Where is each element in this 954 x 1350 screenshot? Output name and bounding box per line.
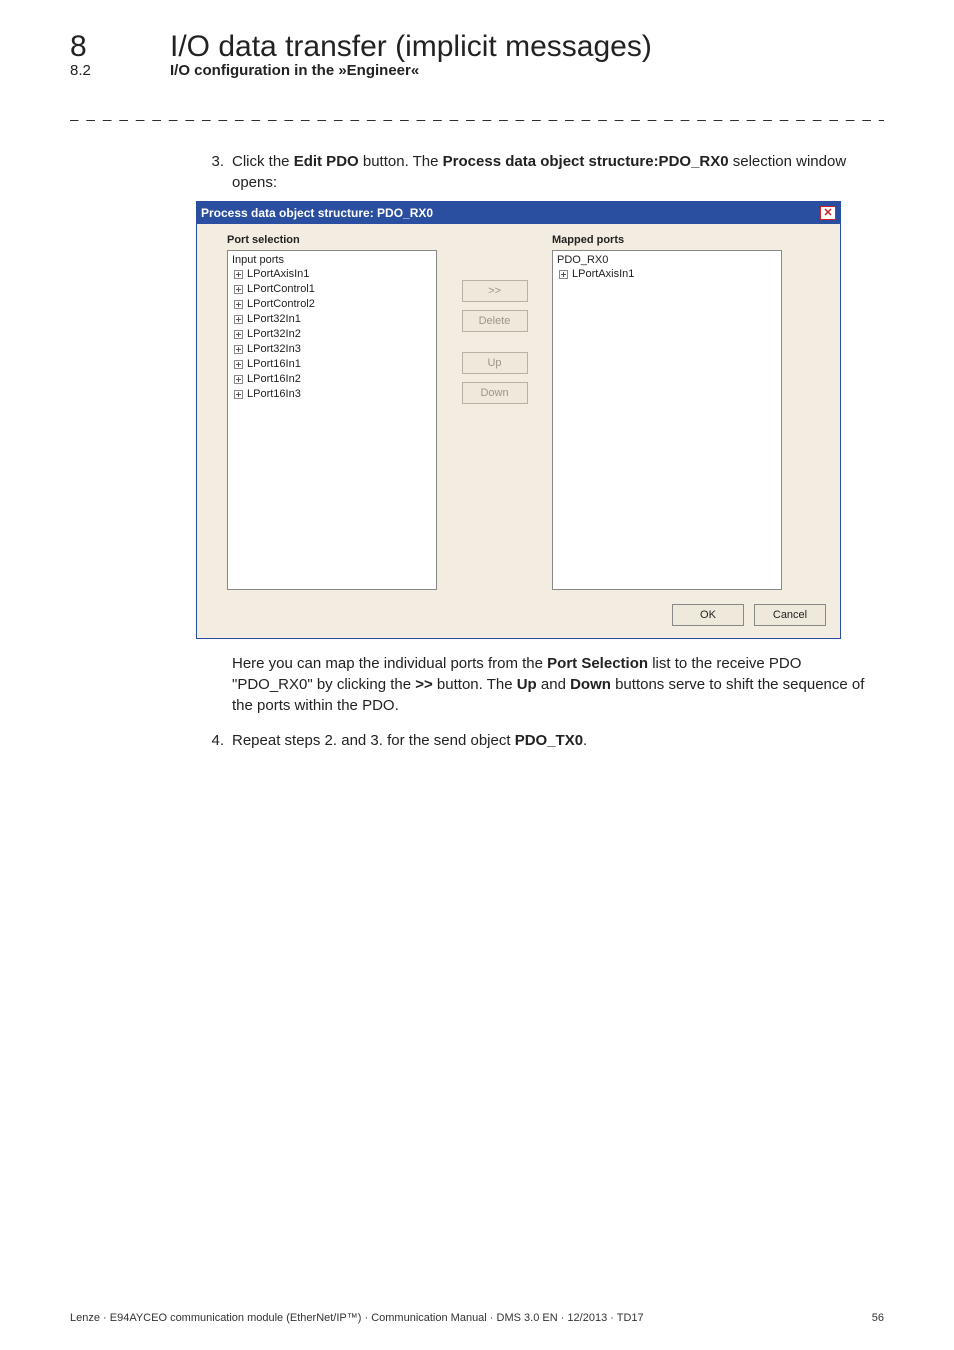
- list-item[interactable]: LPort32In2: [234, 327, 432, 342]
- step-number: 3.: [198, 151, 232, 193]
- expand-icon[interactable]: [234, 300, 243, 309]
- section-number: 8.2: [70, 62, 170, 79]
- text-bold: Process data object structure:PDO_RX0: [443, 153, 729, 170]
- port-selection-list[interactable]: Input ports LPortAxisIn1 LPortControl1 L…: [227, 250, 437, 590]
- expand-icon[interactable]: [234, 285, 243, 294]
- expand-icon[interactable]: [234, 270, 243, 279]
- item-label: LPort16In3: [247, 387, 301, 402]
- port-selection-label: Port selection: [227, 234, 437, 246]
- text: Here you can map the individual ports fr…: [232, 655, 547, 672]
- text-bold: Down: [570, 676, 611, 693]
- list-root: Input ports: [232, 254, 432, 266]
- text: Repeat steps 2. and 3. for the send obje…: [232, 732, 515, 749]
- text: and: [537, 676, 570, 693]
- list-item[interactable]: LPort32In1: [234, 312, 432, 327]
- list-item[interactable]: LPort16In3: [234, 387, 432, 402]
- text-bold: Port Selection: [547, 655, 648, 672]
- list-item[interactable]: LPort16In2: [234, 372, 432, 387]
- separator: _ _ _ _ _ _ _ _ _ _ _ _ _ _ _ _ _ _ _ _ …: [70, 105, 884, 123]
- text-bold: Edit PDO: [294, 153, 359, 170]
- expand-icon[interactable]: [234, 330, 243, 339]
- list-item[interactable]: LPortControl1: [234, 282, 432, 297]
- text-bold: PDO_TX0: [515, 732, 583, 749]
- step-4: 4. Repeat steps 2. and 3. for the send o…: [198, 730, 874, 751]
- expand-icon[interactable]: [234, 345, 243, 354]
- item-label: LPort16In2: [247, 372, 301, 387]
- expand-icon[interactable]: [559, 270, 568, 279]
- list-item[interactable]: LPortControl2: [234, 297, 432, 312]
- expand-icon[interactable]: [234, 315, 243, 324]
- step-number: 4.: [198, 730, 232, 751]
- paragraph: Here you can map the individual ports fr…: [232, 653, 874, 716]
- dialog-title: Process data object structure: PDO_RX0: [201, 206, 433, 220]
- expand-icon[interactable]: [234, 375, 243, 384]
- item-label: LPortAxisIn1: [247, 267, 309, 282]
- list-root: PDO_RX0: [557, 254, 777, 266]
- text: .: [583, 732, 587, 749]
- text: button. The: [359, 153, 443, 170]
- footer-left: Lenze · E94AYCEO communication module (E…: [70, 1312, 644, 1324]
- up-button[interactable]: Up: [462, 352, 528, 374]
- down-button[interactable]: Down: [462, 382, 528, 404]
- list-item[interactable]: LPortAxisIn1: [559, 267, 777, 282]
- text: Click the: [232, 153, 294, 170]
- item-label: LPort32In1: [247, 312, 301, 327]
- dialog-pdo-structure: Process data object structure: PDO_RX0 ✕…: [196, 201, 841, 639]
- expand-icon[interactable]: [234, 360, 243, 369]
- text-bold: Up: [517, 676, 537, 693]
- expand-icon[interactable]: [234, 390, 243, 399]
- item-label: LPort32In3: [247, 342, 301, 357]
- step-3: 3. Click the Edit PDO button. The Proces…: [198, 151, 874, 193]
- text-bold: >>: [415, 676, 433, 693]
- item-label: LPort16In1: [247, 357, 301, 372]
- text: button. The: [433, 676, 517, 693]
- section-title: I/O configuration in the »Engineer«: [170, 62, 419, 79]
- mapped-ports-list[interactable]: PDO_RX0 LPortAxisIn1: [552, 250, 782, 590]
- item-label: LPortControl1: [247, 282, 315, 297]
- item-label: LPortControl2: [247, 297, 315, 312]
- ok-button[interactable]: OK: [672, 604, 744, 626]
- page-number: 56: [872, 1312, 884, 1324]
- chapter-title: I/O data transfer (implicit messages): [170, 30, 652, 64]
- item-label: LPortAxisIn1: [572, 267, 634, 282]
- list-item[interactable]: LPort16In1: [234, 357, 432, 372]
- list-item[interactable]: LPort32In3: [234, 342, 432, 357]
- close-icon[interactable]: ✕: [820, 206, 836, 220]
- cancel-button[interactable]: Cancel: [754, 604, 826, 626]
- move-button[interactable]: >>: [462, 280, 528, 302]
- mapped-ports-label: Mapped ports: [552, 234, 782, 246]
- chapter-number: 8: [70, 30, 170, 64]
- item-label: LPort32In2: [247, 327, 301, 342]
- list-item[interactable]: LPortAxisIn1: [234, 267, 432, 282]
- delete-button[interactable]: Delete: [462, 310, 528, 332]
- dialog-titlebar[interactable]: Process data object structure: PDO_RX0 ✕: [197, 202, 840, 224]
